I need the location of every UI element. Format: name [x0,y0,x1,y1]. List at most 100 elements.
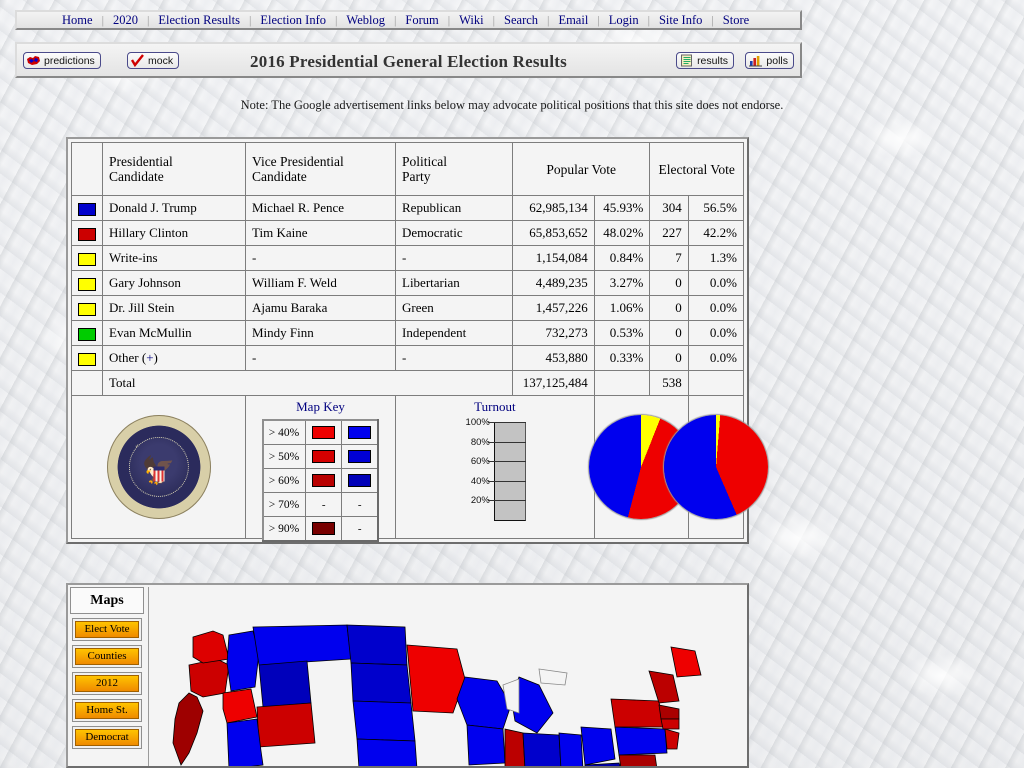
electoral-vote-cell: 0 [649,320,689,346]
party-color-cell [71,195,103,221]
vp-name-cell: Mindy Finn [245,320,396,346]
turnout-tick-mark [487,422,526,423]
map-button-label: Counties [75,648,139,665]
state-massachusetts [658,704,680,720]
nav-link-wiki[interactable]: Wiki [450,13,493,27]
map-button-label: Democrat [75,729,139,746]
ad-disclaimer-note: Note: The Google advertisement links bel… [240,98,784,112]
electoral-vote-pie-chart [663,415,768,519]
turnout-chart: 100% 80% 60% 40% 20% [448,417,542,522]
electoral-vote-cell: 0 [649,295,689,321]
state-washington [192,630,230,664]
party-color-cell [71,220,103,246]
results-button[interactable]: results [676,52,734,69]
electoral-vote-cell: 7 [649,245,689,271]
state-nevada [222,688,258,724]
presidential-seal-cell: ★ ★ ★ ★ ★ 🦅 [71,395,246,539]
map-key-row: > 50% [262,444,379,469]
map-key-row: > 40% [262,419,379,445]
table-row: Gary Johnson William F. Weld Libertarian 4,… [71,270,745,296]
page-header-bar: predictions mock 2016 Presidential Gener… [15,42,802,78]
expand-other-link[interactable]: + [146,350,153,365]
map-key-democrat-chip [312,426,336,439]
map-key-republican-chip-empty: - [357,498,362,511]
nav-link-election-results[interactable]: Election Results [149,13,249,27]
turnout-axis [493,422,495,520]
header-line-1: Vice Presidential [252,154,344,169]
nav-link-email[interactable]: Email [549,13,597,27]
polls-label: polls [766,54,788,67]
electoral-vote-cell: 0 [649,270,689,296]
nav-link-home[interactable]: Home [53,13,102,27]
map-key-democrat-chip-cell [305,468,343,493]
electoral-vote-header: Electoral Vote [649,142,744,196]
us-election-map[interactable] [167,593,727,766]
map-key-republican-chip-cell [341,419,379,445]
candidate-name-cell: Hillary Clinton [102,220,246,246]
top-navigation-bar: Home | 2020 | Election Results | Election Info… [15,10,802,30]
nav-link-2020[interactable]: 2020 [104,13,147,27]
header-line-2: Party [402,169,431,184]
state-california [172,692,204,766]
map-key-republican-chip-empty: - [357,522,362,535]
turnout-tick-mark [487,480,526,482]
party-cell: Democratic [395,220,513,246]
map-key-republican-chip-cell [341,468,379,493]
nav-link-site-info[interactable]: Site Info [650,13,711,27]
electoral-vote-pie-cell [663,395,768,539]
state-iowa [466,724,506,766]
map-button-home-st[interactable]: Home St. [72,699,142,722]
popular-vote-cell: 65,853,652 [512,220,595,246]
nav-link-election-info[interactable]: Election Info [251,13,335,27]
nav-link-login[interactable]: Login [600,13,648,27]
map-key-republican-chip-cell: - [341,516,379,542]
candidate-name-cell: Gary Johnson [102,270,246,296]
electoral-vote-pct-cell: 1.3% [687,245,745,271]
nav-link-search[interactable]: Search [495,13,547,27]
turnout-bar-track [493,422,526,521]
map-key-title: Map Key [296,399,345,414]
electoral-vote-cell: 227 [649,220,689,246]
polls-button[interactable]: polls [745,52,794,69]
party-color-cell [71,345,103,371]
candidate-name-cell: Donald J. Trump [102,195,246,221]
electoral-vote-pct-cell: 42.2% [687,220,745,246]
map-button-democrat[interactable]: Democrat [72,726,142,749]
table-row: Write-ins - -1,154,084 0.84% 7 1.3% [71,245,745,271]
vp-name-cell: - [245,245,396,271]
map-key-democrat-chip-cell [305,419,343,445]
popular-vote-header: Popular Vote [511,142,651,196]
state-idaho [226,630,260,692]
map-key-threshold-label: > 60% [262,468,307,493]
header-line-2: Candidate [252,169,307,184]
state-missouri [504,728,526,766]
candidate-name-cell: Write-ins [102,245,246,271]
us-map-area[interactable] [148,587,745,766]
map-key-republican-chip-cell: - [341,492,379,517]
party-cell: Green [395,295,513,321]
map-key-threshold-label: > 90% [262,516,307,542]
party-color-cell [71,270,103,296]
map-key-democrat-chip-cell: - [305,492,343,517]
party-color-swatch [78,327,96,341]
table-row: Dr. Jill Stein Ajamu Baraka Green 1,457,226… [71,295,745,321]
map-button-elect-vote[interactable]: Elect Vote [72,618,142,641]
map-key-cell: Map Key > 40% > 50% > 60% > 70% - - > 90% - [245,395,396,542]
party-color-cell [71,295,103,321]
document-icon [679,54,694,67]
map-button-2012[interactable]: 2012 [72,672,142,695]
map-key-threshold-label: > 40% [262,419,307,445]
map-key-democrat-chip [312,522,336,535]
party-color-swatch [78,302,96,316]
popular-vote-cell: 4,489,235 [512,270,595,296]
map-button-counties[interactable]: Counties [72,645,142,668]
state-utah-arizona [226,718,264,766]
nav-link-weblog[interactable]: Weblog [337,13,394,27]
total-label-cell: Total [102,370,513,396]
nav-link-forum[interactable]: Forum [396,13,447,27]
nav-link-store[interactable]: Store [714,13,758,27]
turnout-cell: Turnout 100% 80% 60% 40% 20% [395,395,595,539]
map-key-democrat-chip [312,450,336,463]
turnout-tick-mark [487,500,526,502]
party-cell: Republican [395,195,513,221]
